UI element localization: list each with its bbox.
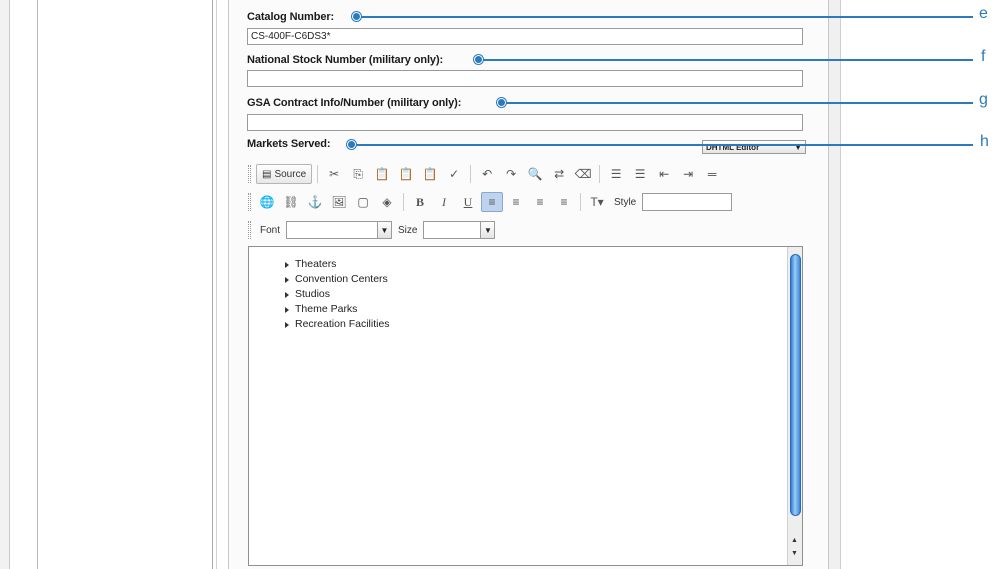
callout-line-e [358,16,973,18]
bulleted-list-icon[interactable]: ☰ [629,164,651,184]
horizontal-rule-icon[interactable]: ═ [701,164,723,184]
right-margin [829,0,841,569]
style-select[interactable] [642,193,733,211]
national-stock-number-input[interactable] [247,70,803,87]
redo-icon[interactable]: ↷ [500,164,522,184]
font-select-field[interactable] [286,221,379,239]
find-icon[interactable]: 🔍 [524,164,546,184]
callout-dot-h [347,140,356,149]
editor-mode-select[interactable]: DHTML Editor ▼ [702,140,806,154]
callout-letter-f: f [981,48,986,65]
callout-letter-g: g [979,91,988,108]
justify-icon[interactable]: ≡ [553,192,575,212]
indent-icon[interactable]: ⇥ [677,164,699,184]
replace-icon[interactable]: ⇄ [548,164,570,184]
copy-icon[interactable]: ⎘ [347,164,369,184]
catalog-number-label: Catalog Number: [247,11,335,23]
callout-dot-e [352,12,361,21]
toolbar-separator [599,165,601,183]
callout-line-h [353,144,973,146]
editor-toolbar-row-2: 🌐 ⛓ ⚓ 🖼 ▢ ◈ B I U ≡ ≡ ≡ ≡ T▾ Style [248,190,733,214]
catalog-number-input[interactable] [247,28,803,45]
callout-letter-h: h [980,133,989,150]
style-label: Style [614,196,637,208]
remove-format-icon[interactable]: ⌫ [572,164,594,184]
callout-line-g [503,102,973,104]
callout-letter-e: e [979,5,988,22]
callout-dot-f [474,55,483,64]
undo-icon[interactable]: ↶ [476,164,498,184]
list-item: Theaters [285,257,390,272]
anchor-icon[interactable]: ⚓ [304,192,326,212]
column-divider [37,0,38,569]
source-button[interactable]: ▤ Source [256,164,313,184]
insert-image-icon[interactable]: 🖼 [328,192,350,212]
gsa-contract-label: GSA Contract Info/Number (military only)… [247,97,462,109]
size-select-field[interactable] [423,221,482,239]
outdent-icon[interactable]: ⇤ [653,164,675,184]
national-stock-number-label: National Stock Number (military only): [247,54,444,66]
source-icon: ▤ [262,168,272,180]
chevron-down-icon[interactable]: ▼ [378,221,393,239]
size-select[interactable]: ▼ [423,221,496,239]
italic-icon[interactable]: I [433,192,455,212]
list-item: Studios [285,287,390,302]
toolbar-separator [317,165,319,183]
rich-text-editor[interactable]: Theaters Convention Centers Studios Them… [248,246,803,566]
toolbar-grip[interactable] [248,221,251,239]
editor-scrollbar[interactable]: ▲ ▼ [787,247,802,565]
column-divider [212,0,213,569]
editor-toolbar-row-1: ▤ Source ✂ ⎘ 📋 📋 📋 ✓ ↶ ↷ 🔍 ⇄ ⌫ ☰ ☰ ⇤ ⇥ ═ [248,162,723,186]
callout-dot-g [497,98,506,107]
markets-served-label: Markets Served: [247,138,331,150]
toolbar-separator [403,193,404,211]
source-button-label: Source [274,168,307,180]
spellcheck-icon[interactable]: ✓ [443,164,465,184]
paste-icon[interactable]: 📋 [371,164,393,184]
scroll-up-icon[interactable]: ▲ [791,537,798,544]
screenshot-stage: Catalog Number: National Stock Number (m… [0,0,998,569]
numbered-list-icon[interactable]: ☰ [605,164,627,184]
scroll-down-icon[interactable]: ▼ [791,550,798,557]
insert-object-icon[interactable]: ◈ [376,192,398,212]
size-label: Size [398,224,418,236]
column-divider [216,0,217,569]
insert-link-icon[interactable]: 🌐 [256,192,278,212]
toolbar-grip[interactable] [248,193,251,211]
underline-icon[interactable]: U [457,192,479,212]
callout-line-f [480,59,973,61]
editor-toolbar-row-3: Font ▼ Size ▼ [248,218,496,242]
markets-list: Theaters Convention Centers Studios Them… [285,257,390,332]
align-left-icon[interactable]: ≡ [481,192,503,212]
insert-table-icon[interactable]: ▢ [352,192,374,212]
cut-icon[interactable]: ✂ [323,164,345,184]
toolbar-separator [470,165,472,183]
left-margin [0,0,10,569]
gsa-contract-input[interactable] [247,114,803,131]
scroll-thumb[interactable] [790,254,801,516]
font-label: Font [260,224,281,236]
toolbar-grip[interactable] [248,165,251,183]
list-item: Recreation Facilities [285,317,390,332]
paste-text-icon[interactable]: 📋 [395,164,417,184]
bold-icon[interactable]: B [409,192,431,212]
chevron-down-icon[interactable]: ▼ [481,221,496,239]
list-item: Convention Centers [285,272,390,287]
paste-word-icon[interactable]: 📋 [419,164,441,184]
align-right-icon[interactable]: ≡ [529,192,551,212]
unlink-icon[interactable]: ⛓ [280,192,302,212]
toolbar-separator [580,193,581,211]
font-select[interactable]: ▼ [286,221,393,239]
text-color-icon[interactable]: T▾ [586,192,608,212]
align-center-icon[interactable]: ≡ [505,192,527,212]
list-item: Theme Parks [285,302,390,317]
